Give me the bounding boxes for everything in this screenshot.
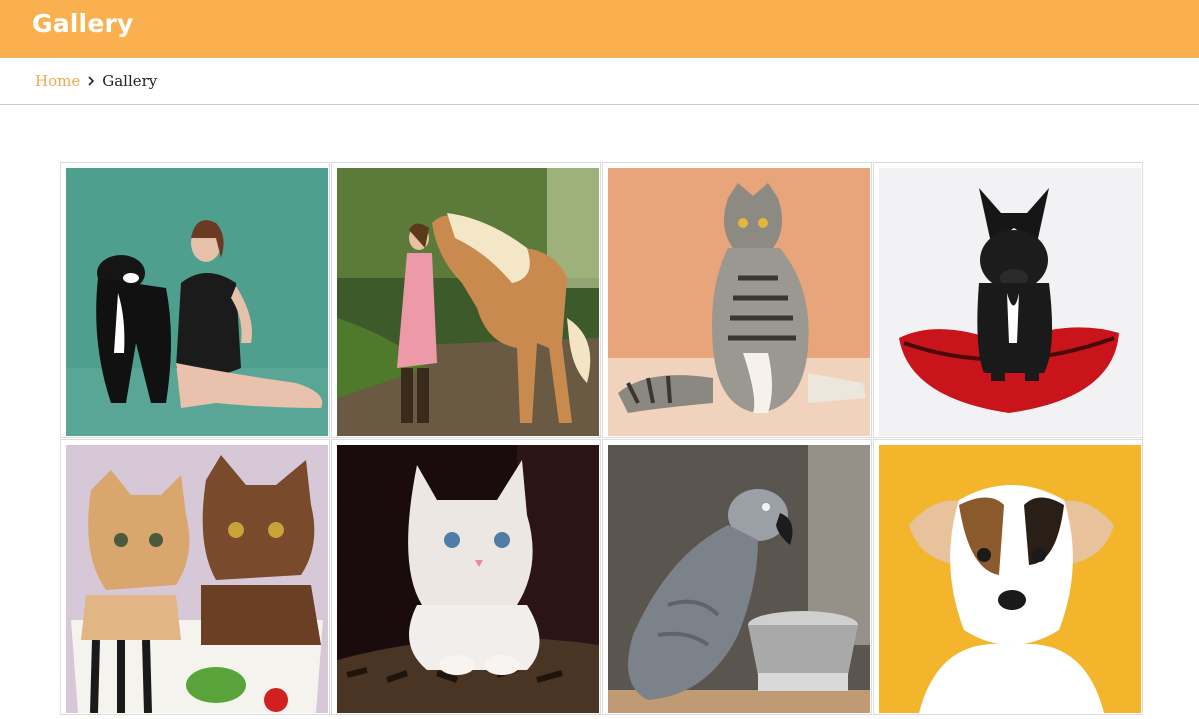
gallery-item[interactable] — [602, 439, 872, 715]
jack-russell-puppy-photo[interactable] — [879, 445, 1141, 713]
french-bulldog-on-red-cushion-photo[interactable] — [879, 168, 1141, 436]
gallery-item[interactable] — [60, 162, 330, 438]
gallery-item[interactable] — [60, 439, 330, 715]
two-kittens-in-cup-photo[interactable] — [66, 445, 328, 713]
girl-with-horse-photo[interactable] — [337, 168, 599, 436]
white-kitten-photo[interactable] — [337, 445, 599, 713]
header-bar: Gallery — [0, 0, 1199, 58]
breadcrumb-bar: Home Gallery — [0, 58, 1199, 105]
gallery-item[interactable] — [873, 439, 1143, 715]
gallery-item[interactable] — [873, 162, 1143, 438]
page-title: Gallery — [32, 9, 134, 38]
breadcrumb-home-link[interactable]: Home — [35, 72, 80, 90]
gallery-item[interactable] — [602, 162, 872, 438]
chevron-right-icon — [87, 74, 95, 88]
gallery-item[interactable] — [331, 162, 601, 438]
tabby-cat-sitting-photo[interactable] — [608, 168, 870, 436]
gallery-item[interactable] — [331, 439, 601, 715]
breadcrumb: Home Gallery — [35, 72, 157, 90]
breadcrumb-current: Gallery — [102, 72, 158, 90]
grey-parrot-photo[interactable] — [608, 445, 870, 713]
woman-with-dog-photo[interactable] — [66, 168, 328, 436]
